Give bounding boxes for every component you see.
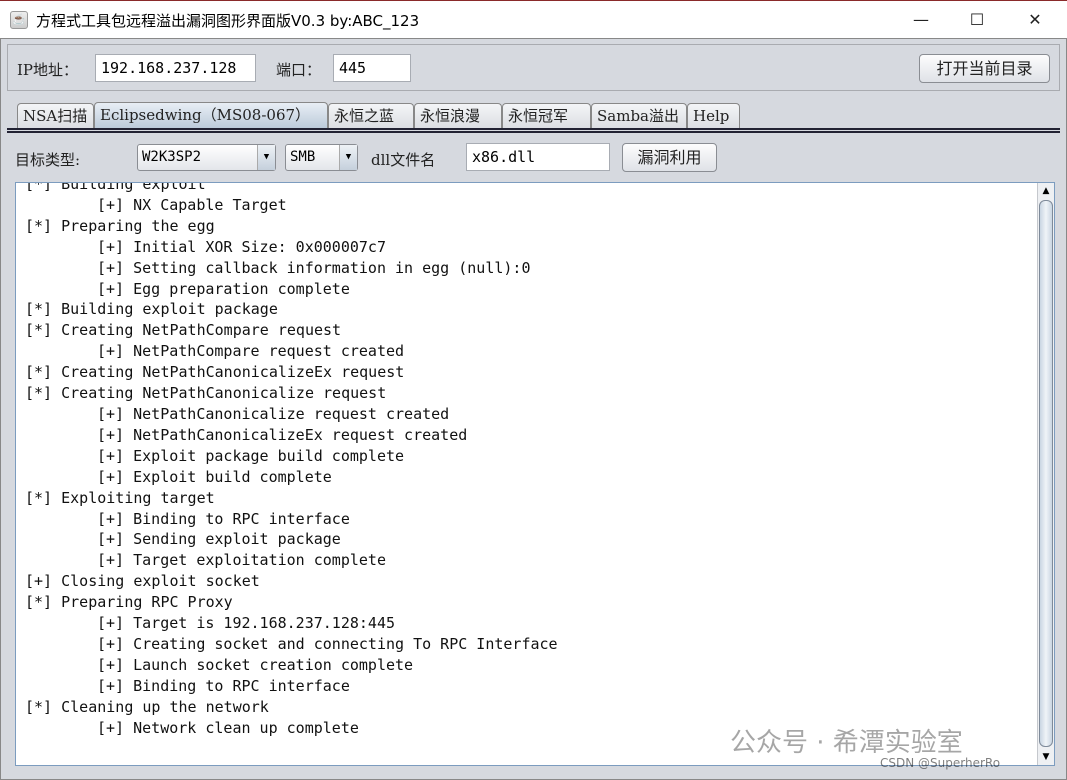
minimize-button[interactable]: — bbox=[898, 7, 944, 33]
open-directory-button[interactable]: 打开当前目录 bbox=[919, 54, 1050, 83]
target-type-select[interactable]: W2K3SP2 ▼ bbox=[137, 144, 276, 171]
scrollbar-thumb[interactable] bbox=[1039, 200, 1053, 747]
log-line: [+] NetPathCanonicalize request created bbox=[97, 404, 450, 423]
log-line: [+] Creating socket and connecting To RP… bbox=[97, 634, 558, 653]
log-line: [+] NetPathCompare request created bbox=[97, 342, 405, 361]
log-line: [*] Building exploit package bbox=[25, 300, 278, 319]
tab-eternalchampion[interactable]: 永恒冠军 bbox=[502, 103, 591, 130]
log-line: [*] Creating NetPathCanonicalizeEx reque… bbox=[25, 363, 405, 382]
log-line: [+] Exploit package build complete bbox=[97, 446, 405, 465]
ip-label: IP地址： bbox=[17, 61, 79, 79]
tab-eclipsedwing[interactable]: Eclipsedwing（MS08-067） bbox=[94, 102, 328, 130]
vertical-scrollbar[interactable]: ▲ ▼ bbox=[1037, 183, 1054, 765]
tab-eternalblue[interactable]: 永恒之蓝 bbox=[328, 103, 414, 130]
title-bar: ☕ 方程式工具包远程溢出漏洞图形界面版V0.3 by:ABC_123 — ☐ ✕ bbox=[0, 0, 1067, 38]
log-line: [+] Launch socket creation complete bbox=[97, 655, 414, 674]
tab-divider bbox=[7, 128, 1060, 133]
log-line: [*] Cleaning up the network bbox=[25, 697, 269, 716]
log-lines: [*] Building exploit [+] NX Capable Targe… bbox=[25, 182, 558, 738]
log-line: [+] Setting callback information in egg … bbox=[97, 258, 531, 277]
maximize-button[interactable]: ☐ bbox=[954, 7, 1000, 33]
dll-label: dll文件名 bbox=[371, 151, 436, 169]
log-line: [*] Building exploit bbox=[25, 182, 206, 193]
target-type-value: W2K3SP2 bbox=[142, 149, 202, 165]
protocol-value: SMB bbox=[290, 149, 316, 165]
scroll-down-icon[interactable]: ▼ bbox=[1038, 749, 1054, 765]
protocol-select[interactable]: SMB ▼ bbox=[285, 144, 358, 171]
connection-panel: IP地址： 192.168.237.128 端口： 445 打开当前目录 bbox=[7, 44, 1060, 91]
log-line: [*] Preparing RPC Proxy bbox=[25, 593, 233, 612]
log-line: [+] Target is 192.168.237.128:445 bbox=[97, 614, 396, 633]
log-output[interactable]: [*] Building exploit [+] NX Capable Targe… bbox=[15, 182, 1055, 766]
tab-help[interactable]: Help bbox=[687, 103, 740, 130]
log-line: [+] Closing exploit socket bbox=[25, 572, 260, 591]
log-line: [*] Exploiting target bbox=[25, 488, 215, 507]
chevron-down-icon[interactable]: ▼ bbox=[257, 145, 275, 170]
window-title: 方程式工具包远程溢出漏洞图形界面版V0.3 by:ABC_123 bbox=[36, 12, 420, 30]
log-line: [+] NetPathCanonicalizeEx request create… bbox=[97, 425, 468, 444]
tab-eternalromance[interactable]: 永恒浪漫 bbox=[414, 103, 502, 130]
log-line: [*] Preparing the egg bbox=[25, 216, 215, 235]
tab-samba-overflow[interactable]: Samba溢出 bbox=[591, 103, 687, 130]
log-line: [+] Exploit build complete bbox=[97, 467, 332, 486]
exploit-button[interactable]: 漏洞利用 bbox=[622, 143, 717, 172]
log-line: [+] Network clean up complete bbox=[97, 718, 359, 737]
log-line: [+] Binding to RPC interface bbox=[97, 676, 350, 695]
log-line: [+] Initial XOR Size: 0x000007c7 bbox=[97, 237, 386, 256]
chevron-down-icon[interactable]: ▼ bbox=[339, 145, 357, 170]
tab-nsa-scan[interactable]: NSA扫描 bbox=[17, 103, 94, 130]
dll-input[interactable]: x86.dll bbox=[466, 143, 610, 171]
port-input[interactable]: 445 bbox=[333, 54, 411, 82]
log-line: [+] NX Capable Target bbox=[97, 195, 287, 214]
log-line: [+] Target exploitation complete bbox=[97, 551, 386, 570]
log-line: [+] Sending exploit package bbox=[97, 530, 341, 549]
target-type-label: 目标类型: bbox=[15, 151, 81, 169]
log-line: [*] Creating NetPathCompare request bbox=[25, 321, 342, 340]
java-app-icon: ☕ bbox=[10, 11, 28, 29]
main-panel: IP地址： 192.168.237.128 端口： 445 打开当前目录 NSA… bbox=[0, 38, 1067, 780]
ip-input[interactable]: 192.168.237.128 bbox=[95, 54, 256, 82]
port-label: 端口： bbox=[276, 61, 322, 79]
log-line: [+] Egg preparation complete bbox=[97, 279, 350, 298]
scroll-up-icon[interactable]: ▲ bbox=[1038, 183, 1054, 199]
log-line: [*] Creating NetPathCanonicalize request bbox=[25, 384, 387, 403]
close-button[interactable]: ✕ bbox=[1012, 7, 1058, 33]
log-line: [+] Binding to RPC interface bbox=[97, 509, 350, 528]
